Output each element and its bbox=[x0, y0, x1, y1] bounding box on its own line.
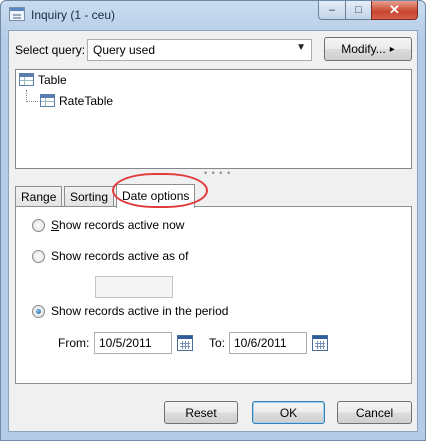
minimize-button[interactable]: – bbox=[318, 1, 346, 20]
to-date-field[interactable]: 10/6/2011 bbox=[229, 332, 307, 354]
tab-range[interactable]: Range bbox=[15, 186, 63, 207]
inquiry-window: Inquiry (1 - ceu) – □ ✕ Select query: Qu… bbox=[0, 0, 426, 441]
from-date-value: 10/5/2011 bbox=[99, 336, 152, 350]
date-options-panel: Show records active now Show records act… bbox=[15, 206, 412, 384]
radio-active-now-label[interactable]: Show records active now bbox=[51, 218, 184, 232]
select-query-value: Query used bbox=[93, 43, 156, 57]
tab-range-label: Range bbox=[21, 190, 57, 204]
minimize-icon: – bbox=[328, 4, 336, 16]
radio-active-period[interactable] bbox=[32, 305, 45, 318]
tab-sorting-label: Sorting bbox=[70, 190, 109, 204]
ok-button-label: OK bbox=[279, 405, 298, 420]
dialog-client-area: Select query: Query used ▼ Modify... ▸ T… bbox=[8, 30, 418, 432]
chevron-down-icon: ▼ bbox=[296, 42, 306, 53]
submenu-arrow-icon: ▸ bbox=[389, 43, 395, 55]
ok-button[interactable]: OK bbox=[252, 401, 325, 424]
title-bar[interactable]: Inquiry (1 - ceu) – □ ✕ bbox=[1, 1, 425, 29]
maximize-icon: □ bbox=[355, 4, 362, 16]
to-date-value: 10/6/2011 bbox=[234, 336, 287, 350]
table-node-icon bbox=[19, 73, 34, 86]
to-label: To: bbox=[209, 336, 226, 350]
tree-connector bbox=[26, 101, 38, 102]
from-calendar-icon[interactable] bbox=[177, 335, 193, 351]
select-query-label: Select query: bbox=[15, 43, 86, 57]
close-button[interactable]: ✕ bbox=[371, 1, 418, 20]
reset-button[interactable]: Reset bbox=[164, 401, 238, 424]
modify-button[interactable]: Modify... ▸ bbox=[324, 37, 412, 61]
query-tree-view[interactable]: Table RateTable bbox=[15, 69, 412, 169]
radio-active-now[interactable] bbox=[32, 219, 45, 232]
reset-button-label: Reset bbox=[185, 405, 217, 420]
modify-button-label: Modify... bbox=[341, 42, 386, 56]
close-icon: ✕ bbox=[389, 2, 400, 17]
to-calendar-icon[interactable] bbox=[312, 335, 328, 351]
cancel-button-label: Cancel bbox=[355, 405, 394, 420]
tree-node-ratetable[interactable]: RateTable bbox=[59, 94, 113, 108]
radio-active-as-of-label[interactable]: Show records active as of bbox=[51, 249, 188, 263]
splitter-grip[interactable]: • • • • bbox=[204, 168, 231, 178]
tab-sorting[interactable]: Sorting bbox=[64, 186, 115, 207]
window-title: Inquiry (1 - ceu) bbox=[31, 8, 116, 22]
select-query-dropdown[interactable]: Query used ▼ bbox=[87, 39, 312, 61]
radio-active-period-label[interactable]: Show records active in the period bbox=[51, 304, 228, 318]
from-label: From: bbox=[58, 336, 90, 350]
datasource-node-icon bbox=[40, 94, 55, 107]
maximize-button[interactable]: □ bbox=[345, 1, 372, 20]
as-of-date-field bbox=[95, 276, 173, 298]
cancel-button[interactable]: Cancel bbox=[337, 401, 412, 424]
tree-node-table[interactable]: Table bbox=[38, 73, 67, 87]
from-date-field[interactable]: 10/5/2011 bbox=[94, 332, 172, 354]
highlight-annotation-ring bbox=[112, 173, 208, 208]
window-app-icon bbox=[9, 7, 25, 21]
radio-active-as-of[interactable] bbox=[32, 250, 45, 263]
